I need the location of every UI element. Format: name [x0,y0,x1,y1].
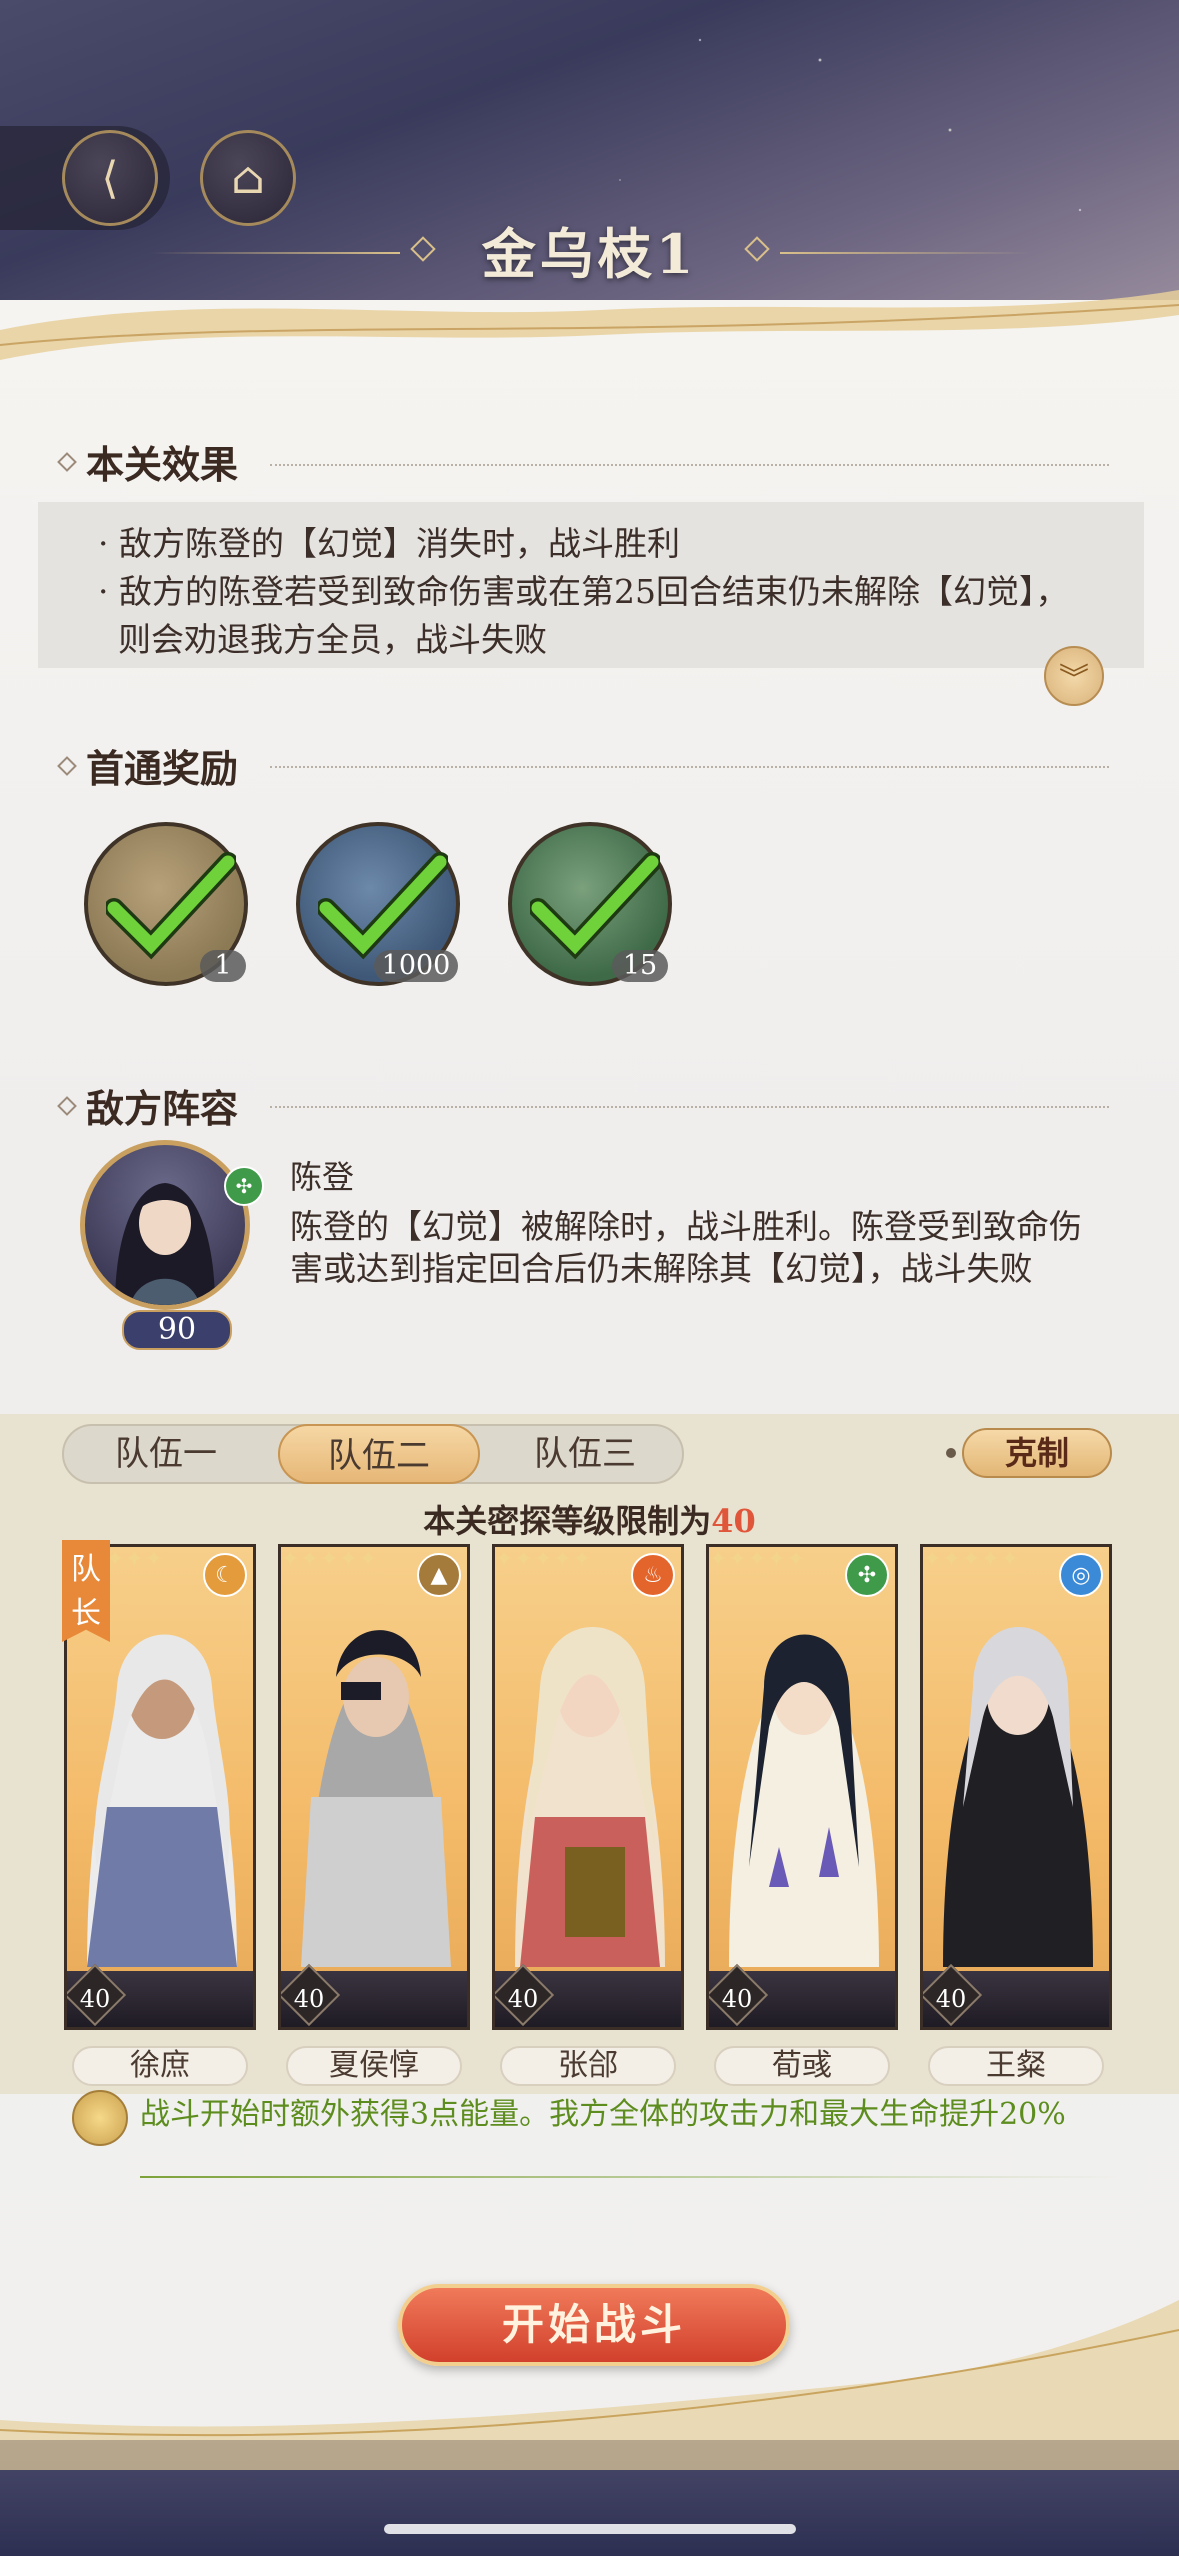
member-name: 夏侯惇 [286,2046,462,2086]
check-icon [318,852,448,960]
page-title: 金乌枝1 [481,222,698,286]
rewards-heading: 首通奖励 [57,738,239,793]
member-level: 40 [507,1985,539,2013]
enemy-heading-label: 敌方阵容 [86,1086,239,1131]
enemy-level-badge: 90 [122,1310,232,1350]
member-level: 40 [79,1985,111,2013]
team-member-card[interactable]: ▲ 40 ✦✦✦✦✦ [278,1544,470,2030]
leader-tag: 队长 [62,1540,110,1642]
member-level: 40 [721,1985,753,2013]
back-arrow-icon: ⟨ [101,152,119,204]
enemy-heading: 敌方阵容 [57,1078,239,1133]
star-rating: ✦✦✦✦✦ [281,1547,379,1572]
member-name: 荀彧 [714,2046,890,2086]
star-rating: ✦✦✦✦✦ [709,1547,807,1572]
effect-item: · 敌方陈登的【幻觉】消失时，战斗胜利 [98,524,680,563]
reward-count: 15 [612,950,668,982]
diamond-bullet-icon [57,1095,77,1116]
member-name: 徐庶 [72,2046,248,2086]
check-icon [106,852,236,960]
star-rating: ✦✦✦✦✦ [923,1547,1021,1572]
mountain-element-icon: ▲ [417,1553,461,1597]
start-battle-button[interactable]: 开始战斗 [398,2284,790,2366]
member-portrait [943,1627,1093,1967]
reward-count: 1000 [374,950,458,982]
buff-underline [140,2176,1120,2178]
wind-element-icon: ✣ [845,1553,889,1597]
effects-heading: 本关效果 [57,434,239,489]
member-portrait [729,1634,879,1967]
effect-item: · 敌方的陈登若受到致命伤害或在第25回合结束仍未解除【幻觉】，则会劝退我方全员… [98,572,1069,659]
level-limit-label: 本关密探等级限制为 [423,1502,712,1540]
level-limit-value: 40 [711,1502,756,1540]
team-member-card[interactable]: ♨ 40 ✦✦✦✦✦ [492,1544,684,2030]
wind-element-icon: ✣ [224,1166,264,1206]
rewards-heading-label: 首通奖励 [86,746,239,791]
moon-element-icon: ☾ [203,1553,247,1597]
member-portrait [301,1630,451,1967]
home-indicator[interactable] [384,2524,796,2534]
diamond-bullet-icon [57,755,77,776]
member-name: 张郃 [500,2046,676,2086]
tab-team-1[interactable]: 队伍一 [66,1424,266,1484]
gold-wave-decoration-top [0,290,1179,360]
counter-button[interactable]: 克制 [962,1428,1112,1478]
expand-effects-button[interactable]: ︾ [1044,646,1104,706]
member-name: 王粲 [928,2046,1104,2086]
effects-box: · 敌方陈登的【幻觉】消失时，战斗胜利 · 敌方的陈登若受到致命伤害或在第25回… [38,502,1144,668]
water-element-icon: ◎ [1059,1553,1103,1597]
enemy-portrait [115,1183,215,1305]
team-member-card[interactable]: ✣ 40 ✦✦✦✦✦ [706,1544,898,2030]
pavilion-icon: ⌂ [231,152,265,204]
tab-team-3[interactable]: 队伍三 [490,1424,680,1484]
buff-description: 战斗开始时额外获得3点能量。我方全体的攻击力和最大生命提升20% [140,2097,1066,2132]
enemy-divider [270,1106,1109,1108]
effects-heading-label: 本关效果 [86,442,239,487]
team-member-card[interactable]: ◎ 40 ✦✦✦✦✦ [920,1544,1112,2030]
enemy-description: 陈登的【幻觉】被解除时，战斗胜利。陈登受到致命伤害或达到指定回合后仍未解除其【幻… [290,1207,1082,1288]
title-line-right [780,252,1030,254]
member-level: 40 [935,1985,967,2013]
level-limit-text: 本关密探等级限制为40 [0,1496,1179,1542]
enemy-avatar[interactable] [80,1140,250,1310]
tab-team-2[interactable]: 队伍二 [278,1424,480,1484]
member-portrait [515,1627,665,1967]
reward-count: 1 [200,950,246,982]
rewards-divider [270,766,1109,768]
member-level: 40 [293,1985,325,2013]
star-rating: ✦✦✦✦✦ [495,1547,593,1572]
diamond-bullet-icon [57,451,77,472]
fire-element-icon: ♨ [631,1553,675,1597]
gold-emblem-icon [72,2090,128,2146]
check-icon [530,852,660,960]
double-chevron-down-icon: ︾ [1059,662,1089,697]
enemy-name: 陈登 [290,1158,355,1196]
effects-divider [270,464,1109,466]
counter-dot-icon [946,1448,956,1458]
